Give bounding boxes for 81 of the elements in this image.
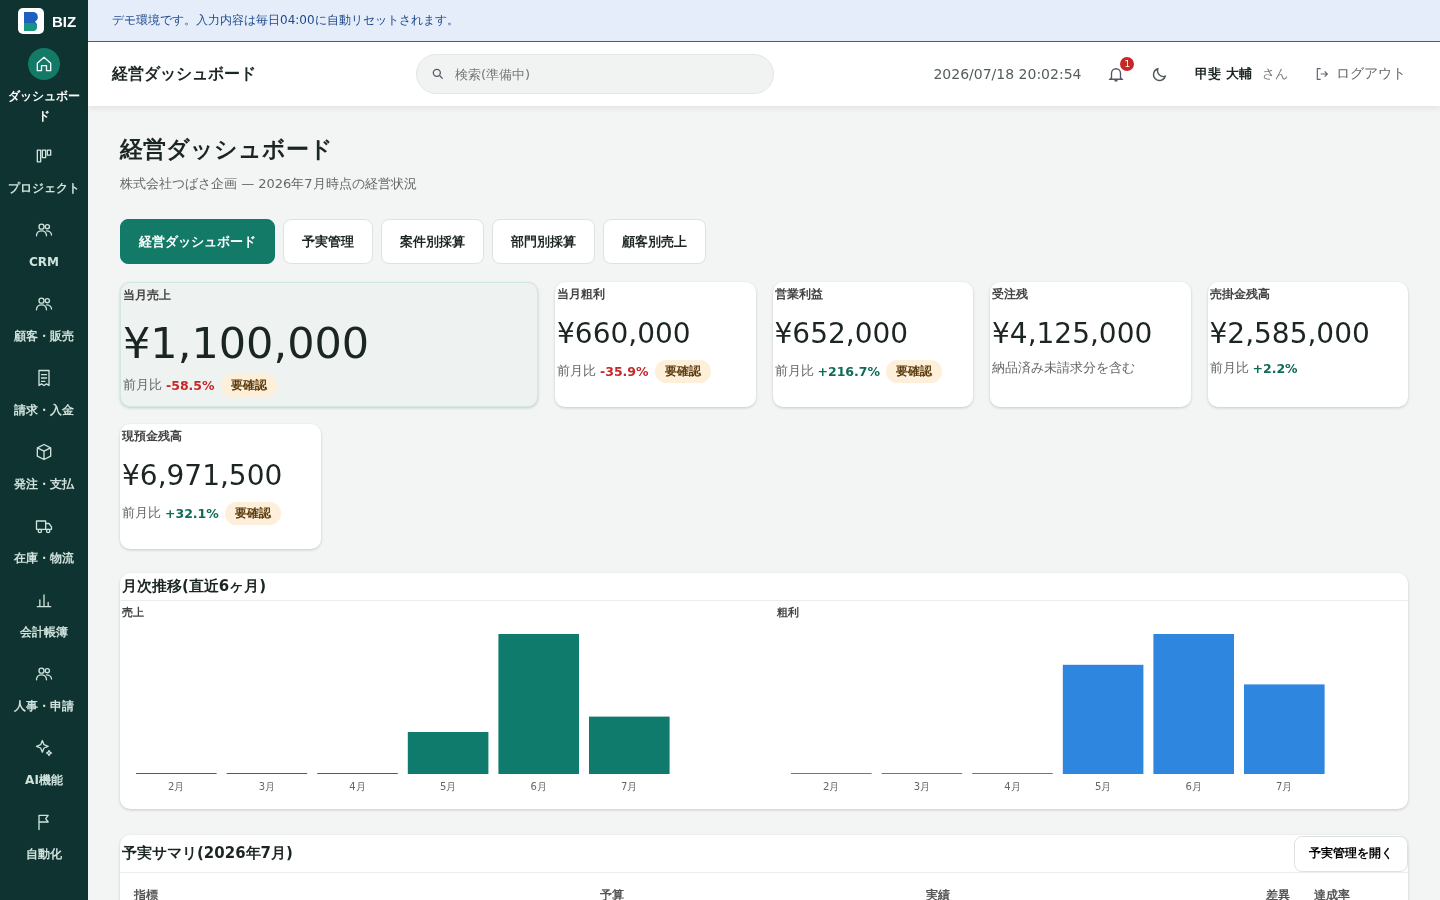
page-title: 経営ダッシュボード <box>120 135 334 164</box>
tab[interactable]: 経営ダッシュボード <box>120 219 275 264</box>
bell-icon <box>1107 65 1126 83</box>
open-budget-button[interactable]: 予実管理を開く <box>1294 835 1408 872</box>
kpi-title: 当月粗利 <box>557 286 606 303</box>
logo-text: BIZ <box>52 12 77 30</box>
column-header: 達成率 <box>1314 887 1351 900</box>
datetime-text: 2026/07/18 20:02:54 <box>933 66 1082 82</box>
tab[interactable]: 部門別採算 <box>492 219 595 264</box>
chart-title: 粗利 <box>777 605 800 620</box>
kpi-title: 営業利益 <box>774 286 824 303</box>
status-badge: 要確認 <box>220 374 277 397</box>
kpi-value: ¥660,000 <box>557 317 692 350</box>
axis-label: 2月 <box>823 781 840 792</box>
search-icon <box>431 67 445 81</box>
kpi-value: ¥2,585,000 <box>1209 317 1371 350</box>
axis-label: 5月 <box>1094 781 1112 792</box>
change-value: -58.5% <box>166 378 215 393</box>
kpi-title: 売掛金残高 <box>1209 286 1271 303</box>
sidebar-item[interactable]: CRM <box>0 208 88 282</box>
axis-label: 4月 <box>1004 781 1021 792</box>
kpi-value: ¥4,125,000 <box>992 317 1154 350</box>
user-name: 甲斐 大輔 <box>1195 65 1252 83</box>
axis-label: 3月 <box>258 781 276 792</box>
axis-label: 2月 <box>168 781 185 792</box>
logout-link[interactable]: ログアウト <box>1314 65 1406 83</box>
sidebar-item[interactable]: プロジェクト <box>0 134 88 208</box>
page-subtitle: 株式会社つばさ企画 — 2026年7月時点の経営状況 <box>120 175 418 193</box>
axis-label: 3月 <box>913 781 931 792</box>
logout-icon <box>1314 66 1330 82</box>
column-header: 予算 <box>600 887 625 900</box>
sidebar-item[interactable]: 自動化 <box>0 800 88 874</box>
change-value: +32.1% <box>165 506 219 521</box>
kpi-note: 納品済み未請求分を含む <box>992 360 1135 377</box>
axis-label: 7月 <box>1276 781 1293 792</box>
sidebar-item[interactable]: 人事・申請 <box>0 652 88 726</box>
notification-badge: 1 <box>1120 57 1135 71</box>
axis-label: 4月 <box>349 781 366 792</box>
kpi-title: 現預金残高 <box>122 428 183 445</box>
section-title: 月次推移(直近6ヶ月) <box>120 573 1408 601</box>
banner-text: デモ環境です。入力内容は毎日04:00に自動リセットされます。 <box>112 12 459 29</box>
kpi-value: ¥1,100,000 <box>123 318 371 368</box>
status-badge: 要確認 <box>224 502 281 525</box>
sidebar-item[interactable]: 会計帳簿 <box>0 578 88 652</box>
header-title: 経営ダッシュボード <box>112 63 257 85</box>
sidebar-item[interactable]: AI機能 <box>0 726 88 800</box>
notification-button[interactable] <box>1107 65 1126 83</box>
change-label: 前月比 <box>122 505 161 522</box>
logo-icon <box>18 8 44 34</box>
home-icon <box>34 54 54 74</box>
status-badge: 要確認 <box>886 360 943 383</box>
sidebar-item[interactable]: 請求・入金 <box>0 356 88 430</box>
change-label: 前月比 <box>1209 360 1249 377</box>
change-value: -35.9% <box>600 364 649 379</box>
change-label: 前月比 <box>123 377 162 394</box>
section-title: 予実サマリ(2026年7月) <box>121 843 294 864</box>
axis-label: 5月 <box>439 781 457 792</box>
kpi-title: 当月売上 <box>123 287 172 304</box>
change-label: 前月比 <box>774 363 814 380</box>
kpi-title: 受注残 <box>992 286 1029 303</box>
tab[interactable]: 予実管理 <box>283 219 373 264</box>
sidebar-item[interactable]: 在庫・物流 <box>0 504 88 578</box>
change-value: +216.7% <box>817 364 881 379</box>
axis-label: 7月 <box>621 781 638 792</box>
axis-label: 6月 <box>1185 781 1202 792</box>
sidebar-item[interactable]: ダッシュボード <box>0 42 88 134</box>
sidebar-item[interactable]: 顧客・販売 <box>0 282 88 356</box>
chart-title: 売上 <box>122 605 145 620</box>
honorific-text: さん <box>1262 65 1288 83</box>
status-badge: 要確認 <box>654 360 711 383</box>
axis-label: 6月 <box>530 781 547 792</box>
change-value: +2.2% <box>1252 361 1298 376</box>
tab[interactable]: 案件別採算 <box>381 219 484 264</box>
kpi-value: ¥6,971,500 <box>122 459 284 492</box>
sidebar-item[interactable]: 発注・支払 <box>0 430 88 504</box>
kpi-value: ¥652,000 <box>774 317 910 350</box>
sparkle-icon <box>34 738 54 758</box>
box-icon <box>34 442 54 462</box>
search-field[interactable]: 検索(準備中) <box>416 54 774 94</box>
change-label: 前月比 <box>557 363 596 380</box>
tab[interactable]: 顧客別売上 <box>603 219 706 264</box>
